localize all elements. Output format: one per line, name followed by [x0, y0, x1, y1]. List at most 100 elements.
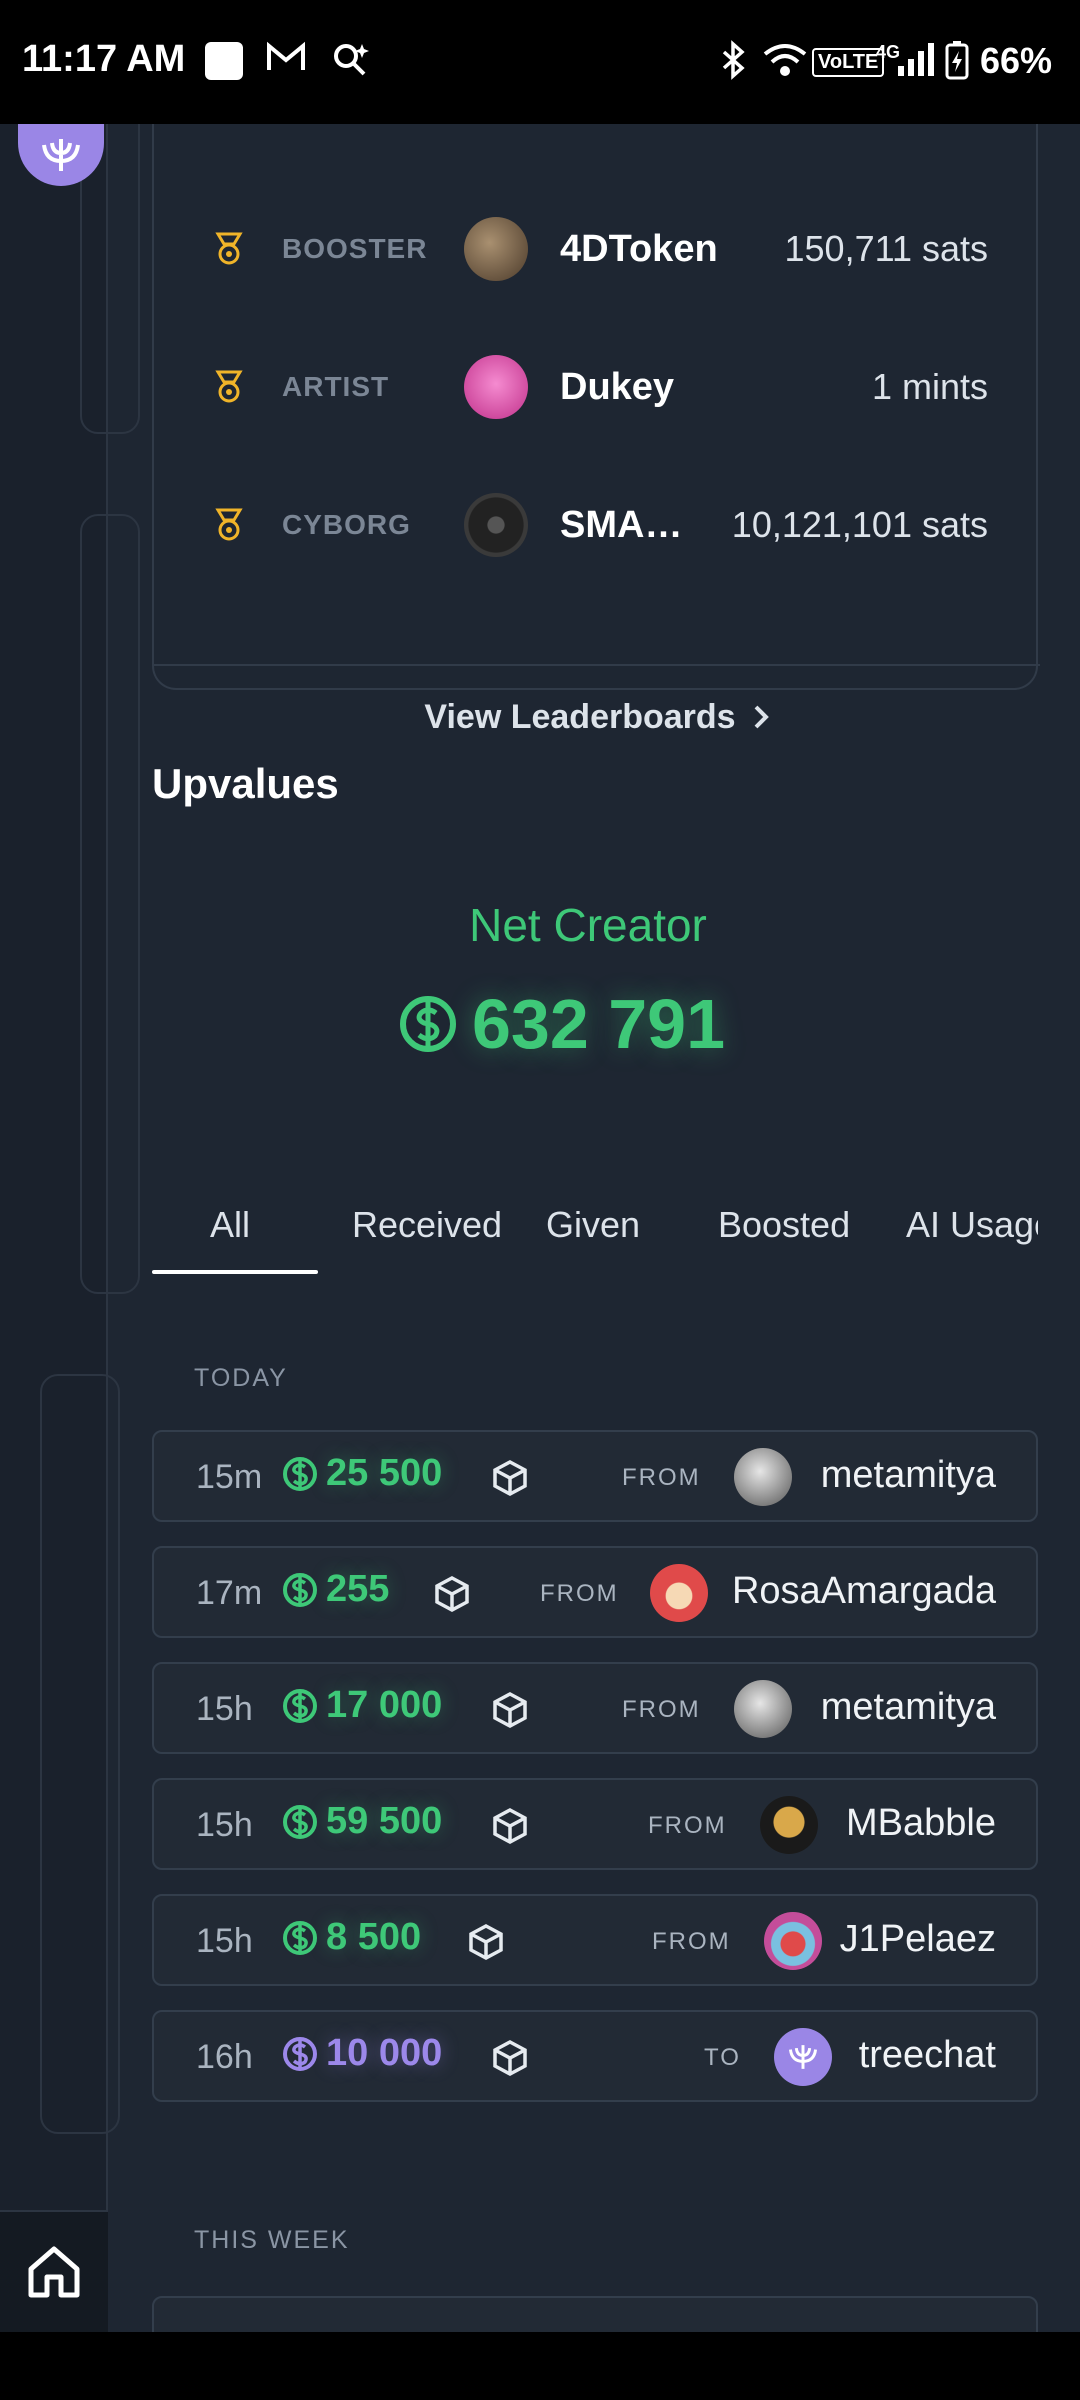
- transaction-user[interactable]: treechat: [859, 2034, 996, 2077]
- avatar: [734, 1680, 792, 1738]
- system-navigation-bar: [0, 2332, 1080, 2400]
- app-screen: BOOSTER 4DToken 150,711 sats ARTIST Duke…: [0, 124, 1080, 2332]
- medal-icon: [215, 370, 243, 403]
- transaction-amount: 10 000: [282, 2032, 442, 2075]
- transaction-time: 15h: [196, 1922, 253, 1960]
- transaction-direction: TO: [704, 2044, 741, 2071]
- group-label-this-week: THIS WEEK: [194, 2226, 350, 2254]
- avatar: [650, 1564, 708, 1622]
- avatar: [774, 2028, 832, 2086]
- transaction-time: 16h: [196, 2038, 253, 2076]
- cube-icon: [493, 1460, 527, 1496]
- transaction-direction: FROM: [648, 1812, 727, 1839]
- coin-icon: [283, 1920, 317, 1955]
- transaction-user[interactable]: J1Pelaez: [840, 1918, 996, 1961]
- leaderboard-row[interactable]: CYBORG SMA… 10,121,101 sats: [154, 480, 1040, 570]
- medal-icon: [215, 508, 243, 541]
- avatar: [764, 1912, 822, 1970]
- tab-boosted[interactable]: Boosted: [718, 1204, 850, 1246]
- coin-icon: [283, 1572, 317, 1607]
- coin-icon: [283, 1456, 317, 1491]
- main-content: BOOSTER 4DToken 150,711 sats ARTIST Duke…: [108, 124, 1080, 2332]
- leaderboard-name: SMA…: [560, 503, 683, 546]
- chevron-right-icon: [754, 705, 769, 729]
- leaderboard-role: ARTIST: [282, 371, 390, 402]
- leaderboard-value: 1 mints: [871, 366, 988, 407]
- transaction-amount: 255: [282, 1568, 389, 1611]
- coin-icon: [283, 1804, 317, 1839]
- leaderboard-row[interactable]: BOOSTER 4DToken 150,711 sats: [154, 204, 1040, 294]
- tab-ai-usage[interactable]: AI Usage: [906, 1204, 1038, 1246]
- avatar: [464, 217, 528, 281]
- transaction-direction: FROM: [622, 1464, 701, 1491]
- cube-icon: [493, 1808, 527, 1844]
- avatar: [464, 355, 528, 419]
- transaction-row[interactable]: 15h 8 500 FROM J1Pelaez: [152, 1894, 1038, 1986]
- transaction-row[interactable]: 15h 59 500 FROM MBabble: [152, 1778, 1038, 1870]
- cube-icon: [469, 1924, 503, 1960]
- transaction-user[interactable]: metamitya: [821, 1454, 996, 1497]
- home-icon: [28, 2246, 80, 2298]
- gmail-icon: [266, 40, 306, 83]
- transaction-row[interactable]: 17m 255 FROM RosaAmargada: [152, 1546, 1038, 1638]
- transaction-row[interactable]: 15h 17 000 FROM metamitya: [152, 1662, 1038, 1754]
- avatar: [760, 1796, 818, 1854]
- cube-icon: [435, 1576, 469, 1612]
- transaction-direction: FROM: [622, 1696, 701, 1723]
- transaction-direction: FROM: [652, 1928, 731, 1955]
- transaction-direction: FROM: [540, 1580, 619, 1607]
- battery-percent: 66%: [980, 40, 1053, 81]
- transaction-row[interactable]: 16h 10 000 TO treechat: [152, 2010, 1038, 2102]
- volte-badge: VoLTE: [812, 48, 885, 77]
- home-button[interactable]: [0, 2210, 108, 2332]
- cube-icon: [493, 2040, 527, 2076]
- status-bar: 11:17 AM VoLTE 4G 66%: [0, 0, 1080, 124]
- leaderboard-row[interactable]: ARTIST Dukey 1 mints: [154, 342, 1040, 432]
- leaderboard-name: Dukey: [560, 365, 675, 408]
- transaction-row[interactable]: 15m 25 500 FROM metamitya: [152, 1430, 1038, 1522]
- status-time: 11:17 AM: [22, 38, 186, 80]
- transaction-user[interactable]: metamitya: [821, 1686, 996, 1729]
- transaction-amount: 59 500: [282, 1800, 442, 1843]
- avatar: [464, 493, 528, 557]
- battery-icon: [944, 40, 970, 89]
- coin-icon: [283, 2036, 317, 2071]
- view-leaderboards-label: View Leaderboards: [424, 697, 736, 736]
- coin-icon: [283, 1688, 317, 1723]
- transaction-amount: 17 000: [282, 1684, 442, 1727]
- transaction-time: 17m: [196, 1574, 263, 1612]
- transaction-row-partial[interactable]: [152, 2296, 1038, 2332]
- transaction-time: 15h: [196, 1806, 253, 1844]
- leaderboard-value: 150,711 sats: [784, 228, 988, 269]
- transaction-user[interactable]: RosaAmargada: [732, 1570, 996, 1613]
- tab-all[interactable]: All: [210, 1204, 250, 1246]
- leaderboard-card: BOOSTER 4DToken 150,711 sats ARTIST Duke…: [152, 124, 1040, 736]
- net-creator-label: Net Creator: [469, 899, 707, 951]
- left-rail: [0, 124, 140, 2332]
- bluetooth-icon: [718, 40, 748, 89]
- transaction-time: 15m: [196, 1458, 263, 1496]
- transaction-amount: 25 500: [282, 1452, 442, 1495]
- treechat-logo-icon: [788, 2045, 818, 2069]
- signal-icon: [896, 40, 936, 89]
- view-leaderboards-button[interactable]: View Leaderboards: [154, 664, 1040, 770]
- group-label-today: TODAY: [194, 1364, 288, 1392]
- transaction-amount: 8 500: [282, 1916, 421, 1959]
- assistant-icon: [330, 40, 370, 89]
- leaderboard-value: 10,121,101 sats: [731, 504, 988, 545]
- coin-icon: [400, 996, 456, 1052]
- transaction-user[interactable]: MBabble: [846, 1802, 996, 1845]
- tab-given[interactable]: Given: [546, 1204, 640, 1246]
- active-tab-indicator: [152, 1270, 318, 1274]
- tab-received[interactable]: Received: [352, 1204, 502, 1246]
- section-title: Upvalues: [152, 760, 339, 807]
- wifi-icon: [762, 40, 808, 89]
- cube-icon: [493, 1692, 527, 1728]
- notification-icon: [205, 42, 243, 80]
- net-amount: 632 791: [472, 985, 726, 1063]
- leaderboard-name: 4DToken: [560, 227, 718, 270]
- transaction-time: 15h: [196, 1690, 253, 1728]
- leaderboard-role: BOOSTER: [282, 233, 428, 264]
- avatar: [734, 1448, 792, 1506]
- medal-icon: [215, 232, 243, 265]
